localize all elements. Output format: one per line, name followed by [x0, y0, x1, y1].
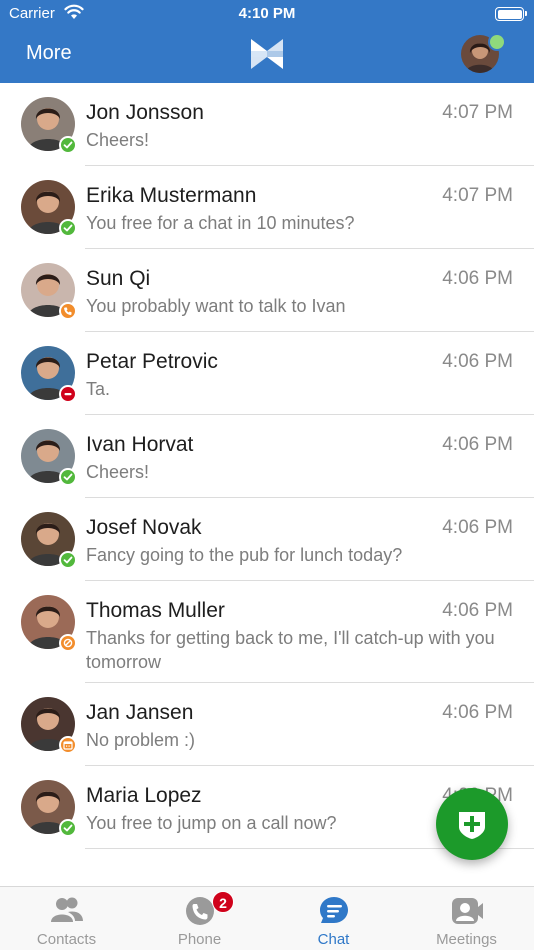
- contact-name: Thomas Muller: [86, 599, 225, 622]
- chat-icon: [317, 895, 351, 927]
- clock: 4:10 PM: [238, 5, 296, 22]
- tab-chat[interactable]: Chat: [267, 887, 400, 950]
- tab-meetings[interactable]: Meetings: [400, 887, 533, 950]
- message-time: 4:06 PM: [442, 600, 513, 621]
- tab-label: Phone: [177, 931, 222, 948]
- presence-online-icon: [59, 219, 77, 237]
- contact-name: Erika Mustermann: [86, 184, 257, 207]
- contact-name: Maria Lopez: [86, 784, 202, 807]
- message-preview: Fancy going to the pub for lunch today?: [86, 545, 403, 565]
- chat-list-item[interactable]: Jon Jonsson 4:07 PM Cheers!: [0, 83, 534, 166]
- message-preview: You probably want to talk to Ivan: [86, 296, 346, 316]
- chat-list-item[interactable]: Thomas Muller 4:06 PM Thanks for getting b…: [0, 581, 534, 683]
- tab-label: Chat: [317, 931, 350, 948]
- tab-phone[interactable]: Phone: [133, 887, 266, 950]
- presence-online-icon: [59, 819, 77, 837]
- more-button[interactable]: More: [26, 42, 72, 65]
- presence-online-icon: [59, 136, 77, 154]
- nav-bar: More: [0, 28, 534, 83]
- presence-meeting-icon: [59, 736, 77, 754]
- message-time: 4:07 PM: [442, 102, 513, 123]
- message-preview: Cheers!: [86, 462, 150, 482]
- contact-name: Jon Jonsson: [86, 101, 204, 124]
- contact-name: Sun Qi: [86, 267, 151, 290]
- tab-label: Contacts: [36, 931, 97, 948]
- message-time: 4:06 PM: [442, 434, 513, 455]
- contacts-icon: [50, 895, 84, 927]
- chat-list-item[interactable]: Erika Mustermann 4:07 PM You free for a ch…: [0, 166, 534, 249]
- message-time: 4:06 PM: [442, 517, 513, 538]
- meetings-icon: [450, 895, 484, 927]
- contact-name: Ivan Horvat: [86, 433, 194, 456]
- tab-label: Meetings: [436, 931, 497, 948]
- tab-contacts[interactable]: Contacts: [0, 887, 133, 950]
- chat-list-item[interactable]: Petar Petrovic 4:06 PM Ta.: [0, 332, 534, 415]
- status-bar: Carrier 4:10 PM: [0, 0, 534, 28]
- message-time: 4:07 PM: [442, 185, 513, 206]
- message-preview: You free for a chat in 10 minutes?: [86, 213, 355, 233]
- missed-calls-badge: 2: [212, 891, 234, 913]
- message-time: 4:06 PM: [442, 702, 513, 723]
- chat-list: Jon Jonsson 4:07 PM Cheers! Erika Musterman…: [0, 83, 534, 849]
- presence-online-icon: [59, 551, 77, 569]
- profile-presence-indicator: [488, 33, 506, 51]
- message-preview: Cheers!: [86, 130, 150, 150]
- tab-bar: Contacts Phone 2 Chat Meetings: [0, 886, 534, 950]
- presence-phone-icon: [59, 302, 77, 320]
- app-logo-icon: [251, 39, 283, 69]
- message-preview: Ta.: [86, 379, 111, 399]
- message-time: 4:06 PM: [442, 351, 513, 372]
- chat-list-item[interactable]: Josef Novak 4:06 PM Fancy going to the pub…: [0, 498, 534, 581]
- chat-list-item[interactable]: Sun Qi 4:06 PM You probably want to talk t…: [0, 249, 534, 332]
- new-chat-button[interactable]: [436, 788, 508, 860]
- message-preview: Thanks for getting back to me, I'll catc…: [86, 628, 495, 672]
- message-time: 4:06 PM: [442, 268, 513, 289]
- battery-icon: [495, 7, 527, 21]
- presence-dnd-icon: [59, 385, 77, 403]
- chat-list-item[interactable]: Jan Jansen 4:06 PM No problem :): [0, 683, 534, 766]
- new-chat-icon: [459, 812, 485, 839]
- contact-name: Jan Jansen: [86, 701, 194, 724]
- presence-away-icon: [59, 634, 77, 652]
- contact-name: Petar Petrovic: [86, 350, 218, 373]
- chat-list-item[interactable]: Ivan Horvat 4:06 PM Cheers!: [0, 415, 534, 498]
- presence-online-icon: [59, 468, 77, 486]
- message-preview: No problem :): [86, 730, 196, 750]
- contact-name: Josef Novak: [86, 516, 202, 539]
